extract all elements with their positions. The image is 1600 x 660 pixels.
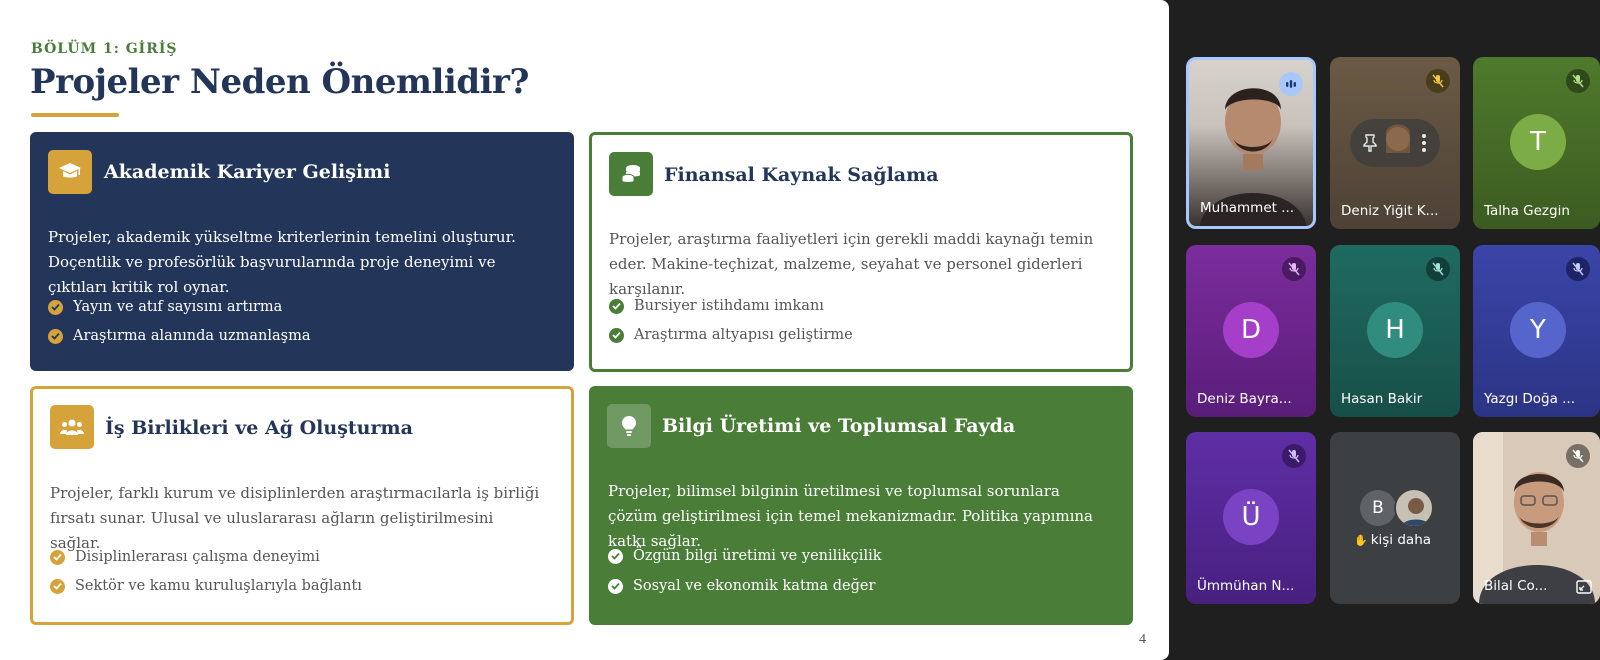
- card-body: Projeler, akademik yükseltme kriterlerin…: [48, 228, 516, 296]
- participant-name: Yazgı Doğa ...: [1484, 391, 1576, 407]
- page-number: 4: [1139, 632, 1146, 647]
- check-icon: [50, 549, 65, 565]
- mic-off-icon: [1566, 257, 1590, 281]
- card-financial-resources: Finansal Kaynak Sağlama Projeler, araştı…: [589, 132, 1133, 372]
- mic-off-icon: [1426, 257, 1450, 281]
- participant-tile[interactable]: Y Yazgı Doğa ...: [1473, 245, 1600, 417]
- pin-icon[interactable]: [1358, 131, 1382, 155]
- participant-name: Deniz Yiğit K...: [1341, 203, 1439, 219]
- participant-tile[interactable]: H Hasan Bakir: [1330, 245, 1460, 417]
- more-participants-tile[interactable]: B ✋ kişi daha: [1330, 432, 1460, 604]
- card-body: Projeler, farklı kurum ve disiplinlerden…: [50, 484, 540, 552]
- mic-off-icon: [1566, 444, 1590, 468]
- card-title: Finansal Kaynak Sağlama: [664, 164, 939, 186]
- participant-tile[interactable]: T Talha Gezgin: [1473, 57, 1600, 229]
- check-icon: [48, 299, 63, 315]
- presentation-slide: BÖLÜM 1: GİRİŞ Projeler Neden Önemlidir?…: [0, 0, 1169, 660]
- bullet-item: Disiplinlerarası çalışma deneyimi: [50, 549, 320, 565]
- mic-off-icon: [1282, 444, 1306, 468]
- avatar: B: [1360, 490, 1396, 526]
- hand-wave-icon: ✋: [1354, 533, 1368, 547]
- check-icon: [608, 548, 623, 564]
- participant-name: Bilal Co...: [1484, 578, 1548, 594]
- speaking-indicator-icon: [1279, 72, 1303, 96]
- bullet-item: Araştırma altyapısı geliştirme: [609, 327, 853, 343]
- picture-in-picture-icon[interactable]: [1576, 580, 1592, 594]
- coins-icon: [609, 152, 653, 196]
- avatar: T: [1510, 114, 1566, 170]
- card-body: Projeler, araştırma faaliyetleri için ge…: [609, 230, 1094, 298]
- participant-tile[interactable]: D Deniz Bayra...: [1186, 245, 1316, 417]
- participant-name: Talha Gezgin: [1484, 203, 1570, 219]
- card-title: İş Birlikleri ve Ağ Oluşturma: [105, 417, 413, 439]
- participant-name: Deniz Bayra...: [1197, 391, 1292, 407]
- check-icon: [48, 328, 63, 344]
- check-icon: [609, 298, 624, 314]
- bullet-item: Araştırma alanında uzmanlaşma: [48, 328, 311, 344]
- bullet-item: Bursiyer istihdamı imkanı: [609, 298, 824, 314]
- users-icon: [50, 405, 94, 449]
- mic-off-icon: [1282, 257, 1306, 281]
- participant-name: Ümmühan N...: [1197, 578, 1295, 594]
- card-knowledge-production: Bilgi Üretimi ve Toplumsal Fayda Projele…: [589, 386, 1133, 625]
- card-academic-career: Akademik Kariyer Gelişimi Projeler, akad…: [30, 132, 574, 371]
- avatar: D: [1223, 302, 1279, 358]
- mic-off-icon: [1426, 69, 1450, 93]
- graduation-cap-icon: [48, 150, 92, 194]
- more-options-icon[interactable]: [1414, 131, 1434, 155]
- bullet-item: Özgün bilgi üretimi ve yenilikçilik: [608, 548, 882, 564]
- participant-name: Muhammet ...: [1200, 200, 1295, 216]
- check-icon: [50, 578, 65, 594]
- participant-tile[interactable]: Bilal Co...: [1473, 432, 1600, 604]
- mic-off-icon: [1566, 69, 1590, 93]
- participant-tile[interactable]: Deniz Yiğit K...: [1330, 57, 1460, 229]
- avatar: Y: [1510, 302, 1566, 358]
- card-body: Projeler, bilimsel bilginin üretilmesi v…: [608, 482, 1094, 550]
- participant-tile[interactable]: Muhammet ...: [1186, 57, 1316, 229]
- bullet-item: Yayın ve atıf sayısını artırma: [48, 299, 282, 315]
- bullet-item: Sektör ve kamu kuruluşlarıyla bağlantı: [50, 578, 362, 594]
- avatar: [1394, 488, 1434, 528]
- check-icon: [609, 327, 624, 343]
- card-collaboration-networking: İş Birlikleri ve Ağ Oluşturma Projeler, …: [30, 386, 574, 625]
- participant-name: Hasan Bakir: [1341, 391, 1423, 407]
- lightbulb-icon: [607, 404, 651, 448]
- check-icon: [608, 578, 623, 594]
- title-underline: [31, 113, 119, 117]
- card-title: Bilgi Üretimi ve Toplumsal Fayda: [662, 415, 1016, 437]
- card-title: Akademik Kariyer Gelişimi: [104, 161, 391, 183]
- bullet-item: Sosyal ve ekonomik katma değer: [608, 578, 875, 594]
- section-label: BÖLÜM 1: GİRİŞ: [31, 41, 178, 57]
- avatar: H: [1367, 302, 1423, 358]
- participant-tile[interactable]: Ü Ümmühan N...: [1186, 432, 1316, 604]
- slide-title: Projeler Neden Önemlidir?: [30, 62, 529, 102]
- more-participants-label: ✋ kişi daha: [1354, 532, 1432, 548]
- avatar: Ü: [1223, 489, 1279, 545]
